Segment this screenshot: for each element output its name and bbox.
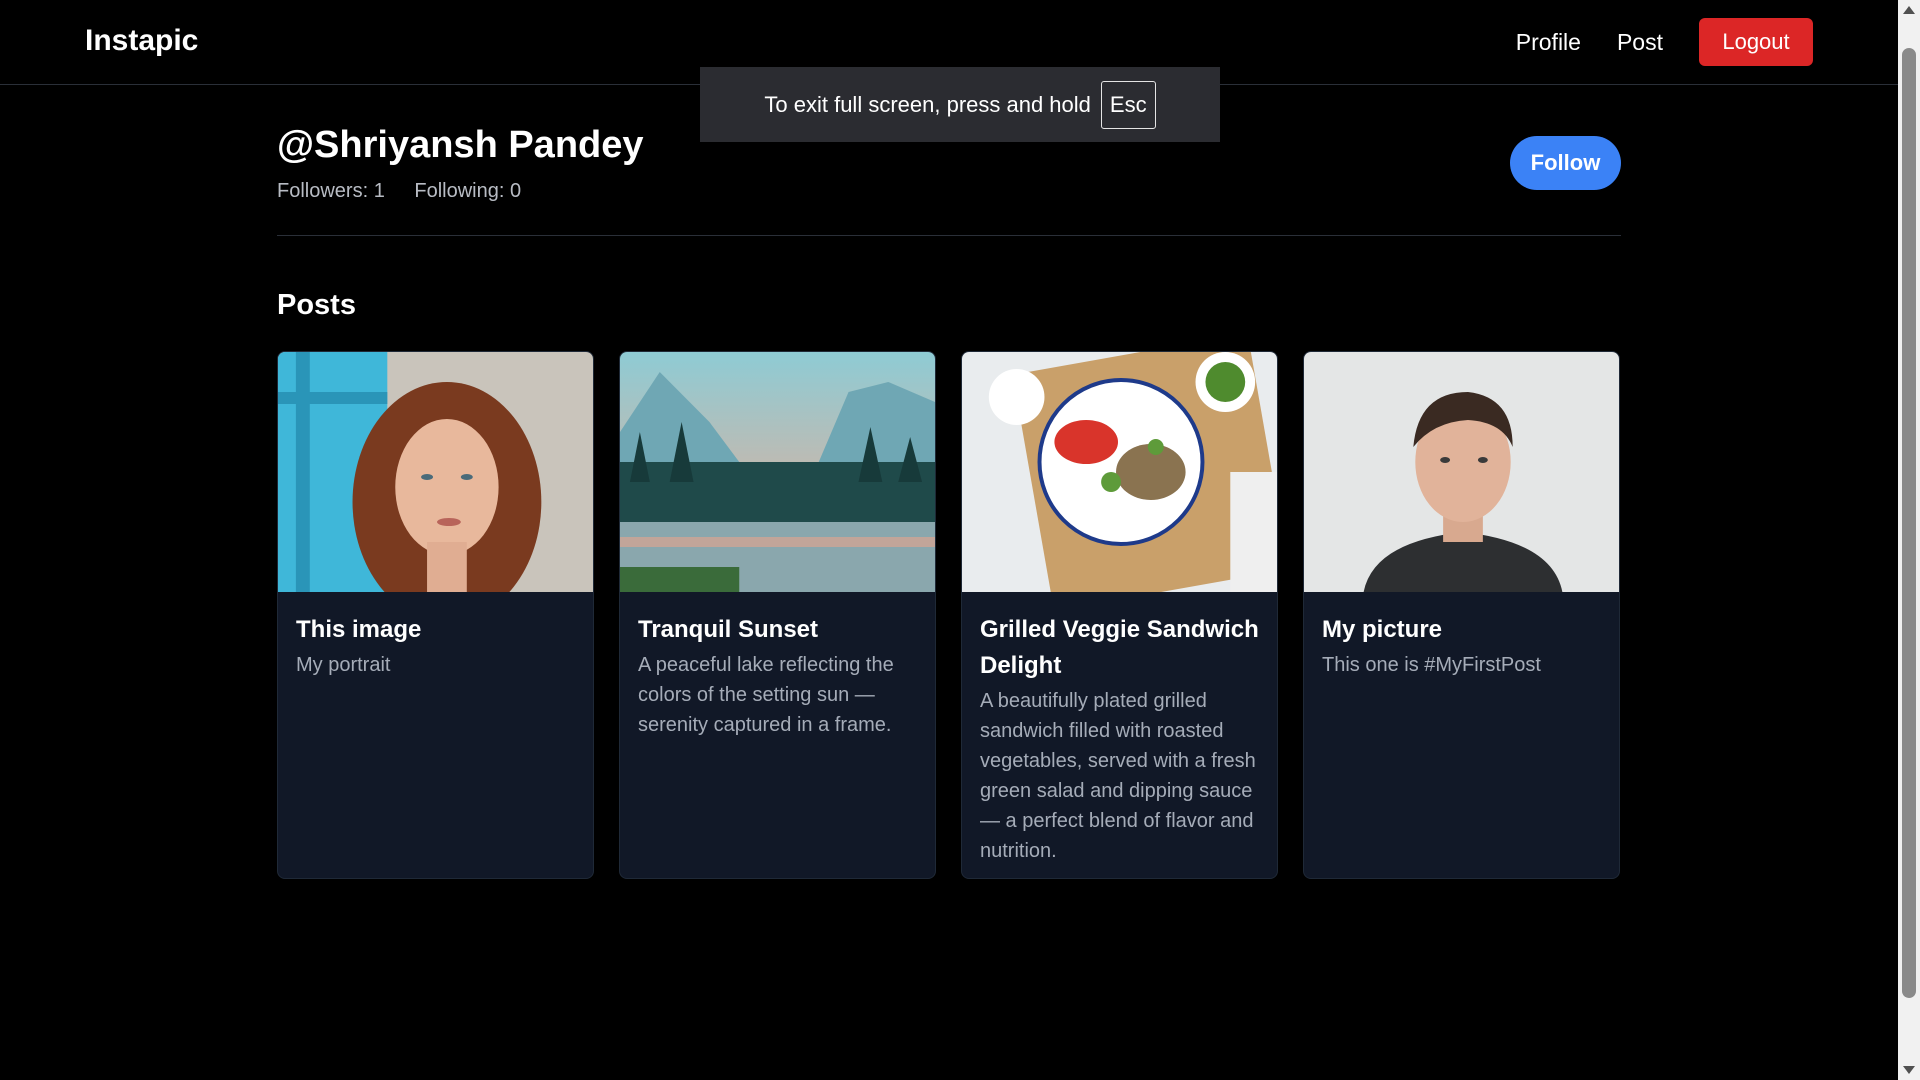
brand-logo[interactable]: Instapic — [85, 24, 198, 58]
scroll-down-arrow-icon[interactable] — [1903, 1066, 1915, 1074]
post-title: My picture — [1322, 616, 1443, 643]
scroll-up-arrow-icon[interactable] — [1903, 6, 1915, 14]
post-description: This one is #MyFirstPost — [1322, 654, 1541, 676]
posts-grid: This image My portrait Tranquil Sunset A… — [277, 351, 1621, 879]
post-body: My picture This one is #MyFirstPost — [1304, 592, 1619, 700]
logout-button[interactable]: Logout — [1699, 18, 1813, 66]
scrollbar-thumb[interactable] — [1902, 48, 1916, 998]
following-count: Following: 0 — [414, 180, 522, 202]
post-image-portrait-man — [1304, 352, 1619, 592]
follow-button[interactable]: Follow — [1510, 136, 1621, 190]
fullscreen-toast-message: To exit full screen, press and hold — [764, 91, 1091, 117]
post-card[interactable]: This image My portrait — [277, 351, 594, 879]
profile-username: @Shriyansh Pandey — [277, 124, 644, 166]
profile-header: @Shriyansh Pandey Followers: 1 Following… — [277, 124, 1621, 236]
post-image-lake-sunset — [620, 352, 935, 592]
post-body: Tranquil Sunset A peaceful lake reflecti… — [620, 592, 935, 760]
post-title: Grilled Veggie Sandwich Delight — [980, 616, 1259, 679]
nav-link-post[interactable]: Post — [1617, 29, 1663, 56]
post-card[interactable]: Grilled Veggie Sandwich Delight A beauti… — [961, 351, 1278, 879]
posts-heading: Posts — [277, 289, 356, 321]
profile-stats: Followers: 1 Following: 0 — [277, 180, 545, 203]
page-scrollbar[interactable] — [1898, 0, 1920, 1080]
post-description: A peaceful lake reflecting the colors of… — [638, 654, 894, 736]
nav-links: Profile Post Logout — [1516, 18, 1813, 66]
post-card[interactable]: My picture This one is #MyFirstPost — [1303, 351, 1620, 879]
post-image-food-plate — [962, 352, 1277, 592]
post-body: This image My portrait — [278, 592, 593, 700]
post-title: This image — [296, 616, 422, 643]
post-body: Grilled Veggie Sandwich Delight A beauti… — [962, 592, 1277, 878]
post-description: My portrait — [296, 654, 391, 676]
post-image-portrait-woman — [278, 352, 593, 592]
nav-link-profile[interactable]: Profile — [1516, 29, 1581, 56]
post-card[interactable]: Tranquil Sunset A peaceful lake reflecti… — [619, 351, 936, 879]
post-description: A beautifully plated grilled sandwich fi… — [980, 690, 1256, 862]
post-title: Tranquil Sunset — [638, 616, 819, 643]
esc-key-badge: Esc — [1100, 80, 1156, 129]
followers-count: Followers: 1 — [277, 180, 385, 202]
